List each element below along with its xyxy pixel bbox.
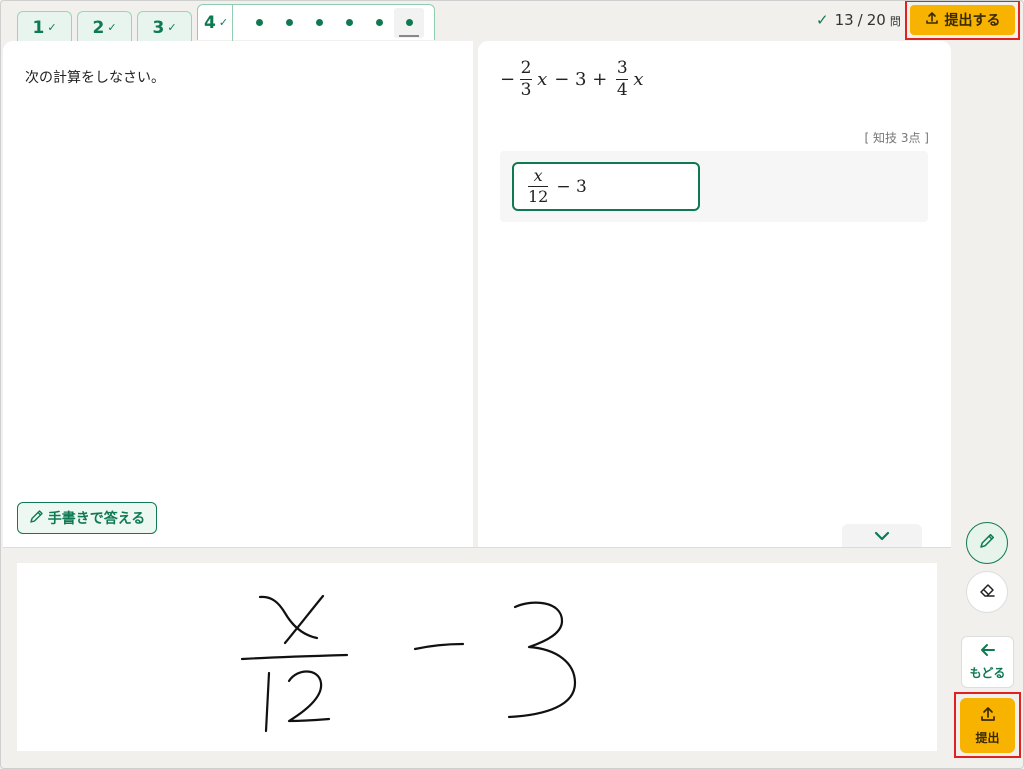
check-icon: ✓ [816,11,829,29]
highlight-box [954,692,1021,758]
fraction-numerator: 3 [616,58,628,78]
pencil-icon [978,532,996,554]
check-icon: ✓ [107,21,117,34]
progress-answered: 13 [834,11,854,29]
tab-label: 2 [92,17,105,38]
fraction: 2 3 [520,58,533,100]
tab-number-group: 4 ✓ [202,4,234,41]
answer-area: x 12 − 3 [500,151,928,222]
subquestion-dot-2[interactable] [274,8,304,38]
check-icon: ✓ [218,16,229,29]
progress-counter: ✓ 13 / 20 問 [816,11,901,29]
handwriting-strokes [240,594,577,733]
question-instruction: 次の計算をしなさい。 [25,70,165,86]
question-panel: 次の計算をしなさい。 手書きで答える [3,41,473,547]
handwrite-answer-button[interactable]: 手書きで答える [17,502,157,534]
subquestion-dot-6[interactable] [394,7,425,38]
fraction-denominator: 4 [616,79,628,100]
math-expression: − 2 3 x − 3 + 3 4 x [500,59,643,99]
pen-tool-button[interactable] [966,522,1008,564]
back-button-label: もどる [969,666,1006,680]
progress-total: 20 [866,11,886,29]
tab-question-3[interactable]: 3 ✓ [137,11,192,43]
tab-label: 4 [204,12,216,33]
fraction-denominator: 12 [528,187,549,206]
fraction-numerator: x [533,166,543,186]
variable: x [633,68,644,90]
variable: x [537,68,548,90]
collapse-toggle[interactable] [842,524,922,547]
fraction: 3 4 [616,58,629,100]
handwriting-canvas[interactable] [17,563,937,751]
highlight-box [905,0,1020,40]
subquestion-dot-1[interactable] [244,8,274,38]
tab-question-2[interactable]: 2 ✓ [77,11,132,43]
back-button[interactable]: もどる [961,636,1014,688]
subquestion-dot-3[interactable] [304,8,334,38]
question-tabs: 1 ✓ 2 ✓ 3 ✓ 4 ✓ [17,4,436,43]
eraser-tool-button[interactable] [966,571,1008,613]
progress-separator: / [857,11,863,29]
answer-panel: − 2 3 x − 3 + 3 4 x [ 知技 3点 ] x 12 − 3 [478,41,951,547]
arrow-left-icon [980,643,996,660]
subquestion-dot-5[interactable] [364,8,394,38]
check-icon: ✓ [47,21,57,34]
pencil-icon [29,509,44,528]
tab-question-1[interactable]: 1 ✓ [17,11,72,43]
fraction-denominator: 3 [520,79,532,100]
subquestion-dot-4[interactable] [334,8,364,38]
answer-input[interactable]: x 12 − 3 [512,162,700,211]
tab-question-4[interactable]: 4 ✓ [197,4,436,41]
answer-rest: − 3 [556,176,587,197]
fraction: x 12 [528,166,549,206]
tab-label: 3 [152,17,165,38]
handwrite-answer-label: 手書きで答える [47,511,146,527]
points-label: [ 知技 3点 ] [864,131,929,145]
progress-unit: 問 [889,15,901,28]
tab-label: 1 [32,17,45,38]
minus-sign: − [500,68,516,90]
eraser-icon [978,581,996,603]
fraction-numerator: 2 [520,58,532,78]
chevron-down-icon [874,526,890,545]
check-icon: ✓ [167,21,177,34]
subquestion-dots [244,7,425,38]
operator-text: − 3 + [554,68,608,90]
